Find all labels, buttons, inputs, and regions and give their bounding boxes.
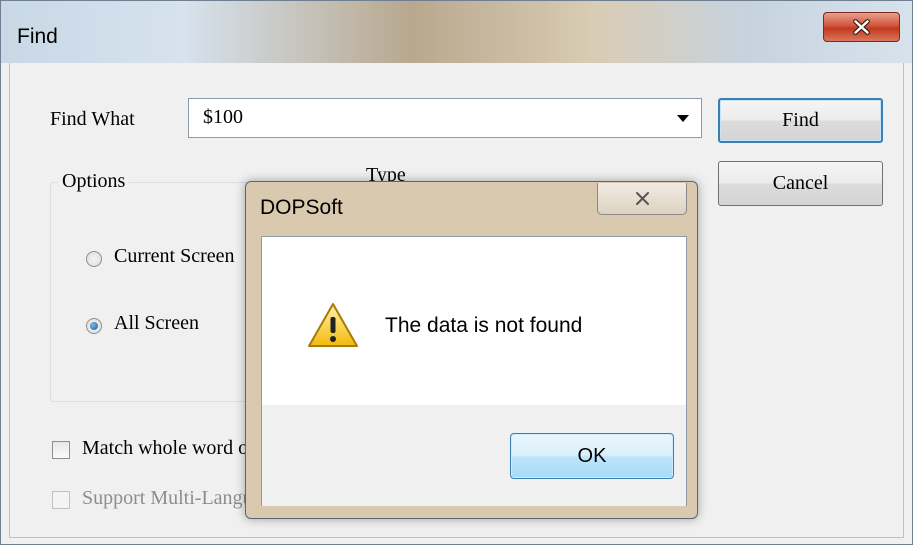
all-screen-radio[interactable] [86,318,102,334]
find-button[interactable]: Find [718,98,883,143]
match-whole-word-checkbox[interactable] [52,441,70,459]
close-icon [853,19,870,35]
warning-icon [308,303,358,347]
dropdown-arrow-icon[interactable] [677,115,689,122]
options-group-label: Options [58,170,130,193]
dopsoft-message-box: DOPSoft The data is not found OK [245,181,698,519]
find-what-value: $100 [203,106,243,128]
current-screen-radio[interactable] [86,251,102,267]
ok-button[interactable]: OK [510,433,674,479]
message-box-title: DOPSoft [260,196,343,219]
support-multi-language-checkbox[interactable] [52,491,70,509]
current-screen-label: Current Screen [114,245,235,267]
window-title: Find [17,25,58,48]
find-what-combobox[interactable]: $100 [188,98,702,138]
all-screen-label: All Screen [114,312,199,334]
close-icon [636,192,649,205]
message-text: The data is not found [385,314,583,337]
window-close-button[interactable] [823,12,900,42]
cancel-button[interactable]: Cancel [718,161,883,206]
message-box-body: The data is not found OK [261,236,687,506]
find-what-label: Find What [50,108,135,130]
find-title-bar[interactable]: Find [1,1,912,63]
message-box-close-button[interactable] [597,183,687,215]
